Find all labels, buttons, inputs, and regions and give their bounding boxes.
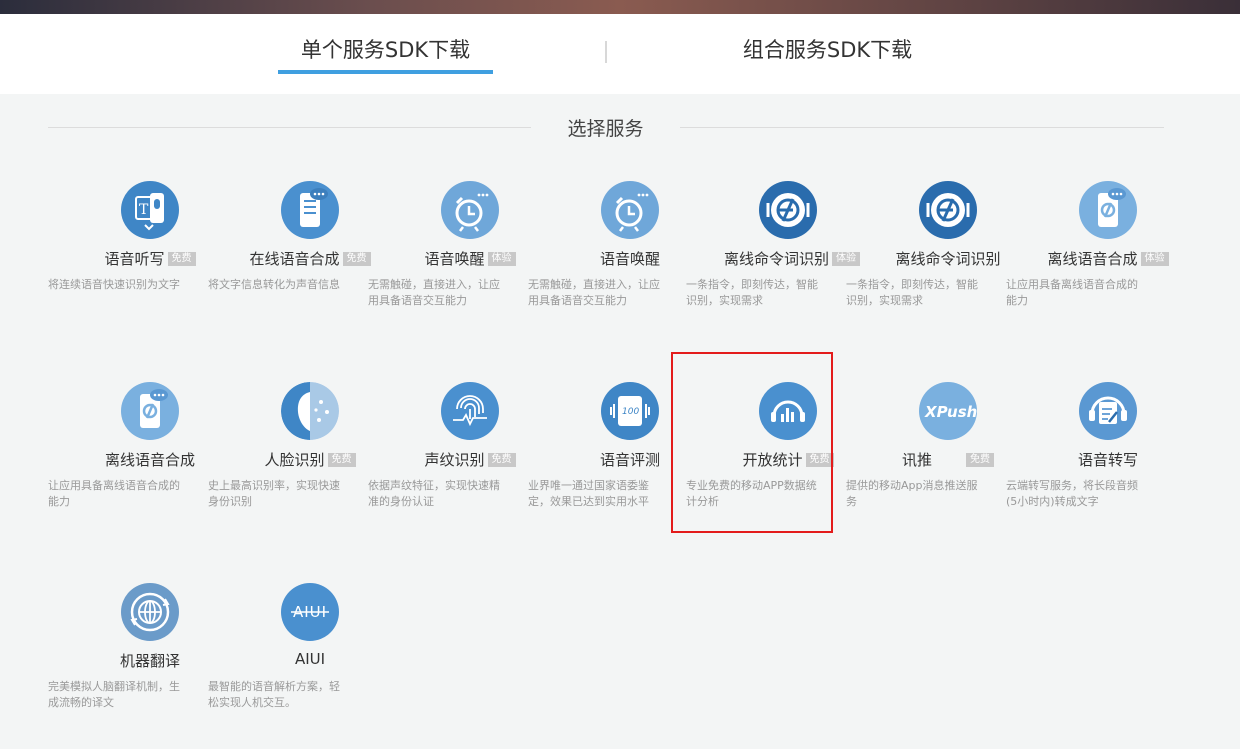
speech-transcription-icon bbox=[1079, 382, 1137, 440]
fingerprint-icon bbox=[441, 382, 499, 440]
service-title: 离线命令词识别 bbox=[895, 250, 1001, 268]
service-title: AIUI bbox=[294, 650, 326, 668]
service-description: 完美模拟人脑翻译机制，生成流畅的译文 bbox=[48, 680, 180, 709]
service-description: 无需触碰，直接进入，让应用具备语音交互能力 bbox=[528, 278, 660, 307]
service-title: 离线命令词识别 体验 bbox=[724, 248, 861, 269]
free-badge: 免费 bbox=[342, 252, 371, 266]
service-card-speech-dictation[interactable]: T 语音听写 免费 将连续语音快速识别为文字 bbox=[48, 181, 226, 341]
service-card-voiceprint[interactable]: 声纹识别 免费 依据声纹特征，实现快速精准的身份认证 bbox=[368, 382, 546, 542]
service-title: 人脸识别 免费 bbox=[246, 449, 374, 470]
service-description: 提供的移动App消息推送服务 bbox=[846, 479, 978, 508]
aiui-icon: AIUI bbox=[281, 583, 339, 641]
service-description: 将连续语音快速识别为文字 bbox=[48, 278, 180, 291]
service-description: 让应用具备离线语音合成的能力 bbox=[1006, 278, 1138, 307]
trial-badge: 体验 bbox=[1140, 252, 1169, 266]
service-card-face-recognition[interactable]: 人脸识别 免费 史上最高识别率，实现快速身份识别 bbox=[208, 382, 386, 542]
service-card-speech-transcription[interactable]: 语音转写 云端转写服务，将长段音频(5小时内)转成文字 bbox=[1006, 382, 1184, 542]
active-tab-underline bbox=[278, 70, 493, 74]
tab-label: 单个服务SDK下载 bbox=[300, 38, 471, 62]
service-title: 机器翻译 bbox=[119, 652, 180, 670]
service-card-voice-wakeup-trial[interactable]: 语音唤醒 体验 无需触碰，直接进入，让应用具备语音交互能力 bbox=[368, 181, 546, 341]
speech-evaluation-icon: 100 bbox=[601, 382, 659, 440]
evaluation-score-text: 100 bbox=[622, 407, 639, 417]
tab-label: 组合服务SDK下载 bbox=[742, 38, 913, 62]
divider-left bbox=[48, 127, 531, 128]
service-title: 讯推 免费 bbox=[884, 449, 1012, 470]
service-title: 声纹识别 免费 bbox=[406, 449, 534, 470]
trial-badge: 体验 bbox=[487, 252, 516, 266]
service-description: 无需触碰，直接进入，让应用具备语音交互能力 bbox=[368, 278, 500, 307]
service-title: 离线语音合成 bbox=[104, 451, 195, 469]
tab-combined-service-sdk[interactable]: 组合服务SDK下载 bbox=[720, 14, 935, 94]
face-recognition-icon bbox=[281, 382, 339, 440]
divider-right bbox=[680, 127, 1164, 128]
sdk-tab-bar: 单个服务SDK下载 组合服务SDK下载 bbox=[0, 14, 1240, 94]
service-card-offline-command[interactable]: 离线命令词识别 一条指令，即刻传达，智能识别，实现需求 bbox=[846, 181, 1024, 341]
service-description: 云端转写服务，将长段音频(5小时内)转成文字 bbox=[1006, 479, 1138, 508]
service-description: 史上最高识别率，实现快速身份识别 bbox=[208, 479, 340, 508]
service-description: 一条指令，即刻传达，智能识别，实现需求 bbox=[846, 278, 978, 307]
service-description: 依据声纹特征，实现快速精准的身份认证 bbox=[368, 479, 500, 508]
free-badge: 免费 bbox=[167, 252, 196, 266]
section-header: 选择服务 bbox=[0, 110, 1240, 146]
service-card-offline-command-trial[interactable]: 离线命令词识别 体验 一条指令，即刻传达，智能识别，实现需求 bbox=[686, 181, 864, 341]
service-description: 业界唯一通过国家语委鉴定，效果已达到实用水平 bbox=[528, 479, 649, 508]
svg-text:T: T bbox=[139, 202, 149, 218]
service-description: 最智能的语音解析方案，轻松实现人机交互。 bbox=[208, 680, 340, 709]
machine-translation-icon bbox=[121, 583, 179, 641]
service-card-xpush[interactable]: XPush 讯推 免费 提供的移动App消息推送服务 bbox=[846, 382, 1024, 542]
service-title: 在线语音合成 免费 bbox=[246, 248, 374, 269]
free-badge: 免费 bbox=[966, 453, 994, 467]
service-description: 将文字信息转化为声音信息 bbox=[208, 278, 340, 291]
service-card-aiui[interactable]: AIUI AIUI 最智能的语音解析方案，轻松实现人机交互。 bbox=[208, 583, 386, 743]
trial-badge: 体验 bbox=[832, 252, 861, 266]
offline-command-icon bbox=[919, 181, 977, 239]
alarm-clock-icon bbox=[441, 181, 499, 239]
tab-divider bbox=[605, 41, 607, 63]
section-title: 选择服务 bbox=[567, 118, 644, 140]
top-banner-strip bbox=[0, 0, 1240, 14]
service-description: 让应用具备离线语音合成的能力 bbox=[48, 479, 180, 508]
service-title: 语音转写 bbox=[1077, 451, 1138, 469]
offline-command-icon bbox=[759, 181, 817, 239]
free-badge: 免费 bbox=[327, 453, 356, 467]
free-badge: 免费 bbox=[487, 453, 516, 467]
service-card-machine-translation[interactable]: 机器翻译 完美模拟人脑翻译机制，生成流畅的译文 bbox=[48, 583, 226, 743]
offline-tts-icon bbox=[121, 382, 179, 440]
online-tts-icon bbox=[281, 181, 339, 239]
service-description: 一条指令，即刻传达，智能识别，实现需求 bbox=[686, 278, 818, 307]
selected-service-highlight bbox=[671, 352, 833, 533]
offline-tts-icon bbox=[1079, 181, 1137, 239]
xpush-icon: XPush bbox=[919, 382, 977, 440]
xpush-logo-text: XPush bbox=[924, 403, 977, 421]
alarm-clock-icon bbox=[601, 181, 659, 239]
service-title: 语音唤醒 体验 bbox=[406, 248, 534, 269]
speech-dictation-icon: T bbox=[121, 181, 179, 239]
service-title: 语音听写 免费 bbox=[86, 248, 214, 269]
service-title: 离线语音合成 体验 bbox=[1044, 248, 1172, 269]
tab-single-service-sdk[interactable]: 单个服务SDK下载 bbox=[278, 14, 493, 94]
service-card-online-tts[interactable]: 在线语音合成 免费 将文字信息转化为声音信息 bbox=[208, 181, 386, 341]
aiui-logo-text: AIUI bbox=[293, 603, 327, 621]
service-card-offline-tts-trial[interactable]: 离线语音合成 体验 让应用具备离线语音合成的能力 bbox=[1006, 181, 1184, 341]
service-card-voice-wakeup[interactable]: 语音唤醒 无需触碰，直接进入，让应用具备语音交互能力 bbox=[528, 181, 706, 341]
service-title: 语音唤醒 bbox=[599, 250, 660, 268]
service-card-offline-tts[interactable]: 离线语音合成 让应用具备离线语音合成的能力 bbox=[48, 382, 226, 542]
